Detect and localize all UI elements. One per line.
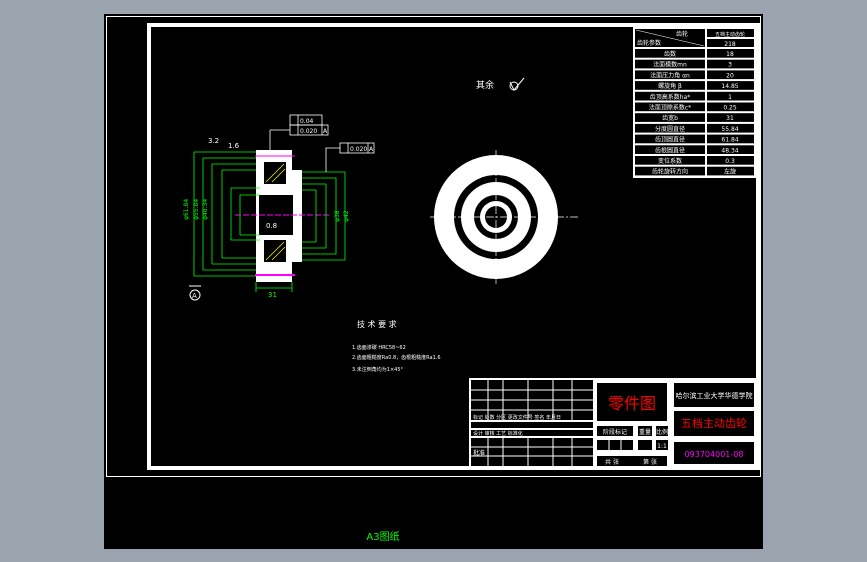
param-label: 螺旋角 β — [658, 82, 682, 90]
param-row: 法面模数mn 3 — [635, 59, 754, 69]
svg-text:齿轮参数: 齿轮参数 — [637, 39, 661, 47]
tolerance-value: 0.020 — [300, 128, 317, 135]
gear-parameter-table: 齿轮 齿轮参数 五档主动齿轮 218 齿数 18 法面模数mn 3 法面压力角 αn 20… — [633, 27, 756, 178]
svg-text:φ61.84: φ61.84 — [183, 199, 190, 220]
school-name: 哈尔滨工业大学华德学院 — [676, 391, 753, 400]
param-value: 48.34 — [721, 147, 738, 154]
param-row: 齿数 18 — [635, 49, 754, 58]
param-value: 31 — [726, 115, 734, 122]
param-row: 齿顶圆直径 61.84 — [635, 134, 754, 144]
param-row: 齿顶高系数ha* 1 — [635, 91, 754, 101]
param-value: 18 — [726, 51, 734, 58]
param-value: 1 — [728, 94, 732, 101]
param-row: 法面压力角 αn 20 — [635, 70, 754, 79]
face-width-dimension: 31 — [268, 291, 277, 299]
svg-text:φ38: φ38 — [334, 210, 341, 222]
param-label: 齿顶高系数ha* — [650, 93, 690, 101]
param-label: 法面模数mn — [653, 61, 687, 69]
tech-requirement-item: 1.齿面渗碳 HRC58~62 — [352, 344, 406, 351]
tech-requirements-title: 技 术 要 求 — [357, 319, 397, 329]
roughness-value: 1.6 — [228, 142, 240, 150]
tech-requirement-item: 3.未注倒角均为1×45° — [352, 366, 404, 373]
param-row: 齿宽b 31 — [635, 113, 754, 122]
tolerance-value: 0.04 — [300, 118, 314, 125]
param-row: 螺旋角 β 14.85 — [635, 81, 754, 90]
param-row: 齿根圆直径 48.34 — [635, 145, 754, 154]
param-label: 齿顶圆直径 — [655, 136, 685, 144]
param-label: 变位系数 — [658, 157, 682, 165]
svg-text:批准: 批准 — [473, 449, 485, 457]
param-row: 变位系数 0.3 — [635, 156, 754, 165]
datum-label: A — [192, 292, 197, 300]
drawing-type: 零件图 — [608, 394, 656, 413]
param-row: 分度圆直径 55.84 — [635, 123, 754, 133]
param-label: 齿轮旋转方向 — [652, 168, 688, 176]
param-row: 齿轮旋转方向 左旋 — [635, 166, 754, 176]
cad-viewport[interactable]: 其余 φ61.84 φ55.84 φ48.34 φ42 φ38 31 3.2 1… — [0, 0, 867, 562]
svg-text:五档主动齿轮: 五档主动齿轮 — [715, 31, 745, 38]
svg-text:标记 处数 分区 更改文件号 签名 年月日: 标记 处数 分区 更改文件号 签名 年月日 — [473, 414, 561, 421]
svg-text:重量: 重量 — [639, 428, 651, 436]
param-label: 齿根圆直径 — [655, 146, 685, 154]
svg-text:设计 审核 工艺 标准化: 设计 审核 工艺 标准化 — [473, 430, 523, 437]
roughness-value: 3.2 — [208, 137, 219, 145]
tolerance-value: 0.020 — [350, 146, 367, 153]
param-value: 20 — [726, 72, 734, 79]
param-row: 法面顶隙系数c* 0.25 — [635, 102, 754, 112]
param-value: 0.3 — [725, 158, 735, 165]
drawing-number: 093704001-08 — [685, 450, 744, 459]
svg-text:218: 218 — [724, 41, 736, 48]
svg-text:φ55.84: φ55.84 — [193, 199, 200, 220]
roughness-value: 0.8 — [266, 222, 277, 230]
param-value: 55.84 — [721, 126, 738, 133]
svg-text:φ48.34: φ48.34 — [202, 199, 209, 220]
svg-text:1:1: 1:1 — [657, 443, 667, 450]
title-block: 标记 处数 分区 更改文件号 签名 年月日 设计 审核 工艺 标准化 批准 零件… — [469, 378, 757, 468]
svg-text:阶段标记: 阶段标记 — [603, 428, 627, 436]
param-value: 3 — [728, 62, 732, 69]
tech-requirement-item: 2.齿面粗糙度Ra0.8，齿根粗糙度Ra1.6 — [352, 354, 441, 361]
param-label: 法面顶隙系数c* — [649, 104, 691, 112]
roughness-general-label: 其余 — [476, 79, 494, 91]
param-label: 分度圆直径 — [655, 125, 685, 133]
part-name: 五档主动齿轮 — [681, 416, 747, 430]
param-value: 左旋 — [724, 168, 736, 176]
svg-text:φ42: φ42 — [343, 210, 350, 222]
param-label: 齿数 — [664, 50, 676, 58]
param-label: 齿宽b — [662, 114, 678, 122]
param-value: 0.25 — [723, 105, 737, 112]
param-value: 61.84 — [721, 137, 738, 144]
sheet-size-label: A3图纸 — [366, 530, 399, 543]
svg-text:第 张: 第 张 — [643, 458, 657, 466]
svg-text:比例: 比例 — [656, 428, 668, 436]
svg-text:齿轮: 齿轮 — [676, 30, 688, 38]
param-value: 14.85 — [721, 83, 738, 90]
svg-text:共 张: 共 张 — [605, 458, 619, 466]
param-label: 法面压力角 αn — [650, 71, 690, 79]
